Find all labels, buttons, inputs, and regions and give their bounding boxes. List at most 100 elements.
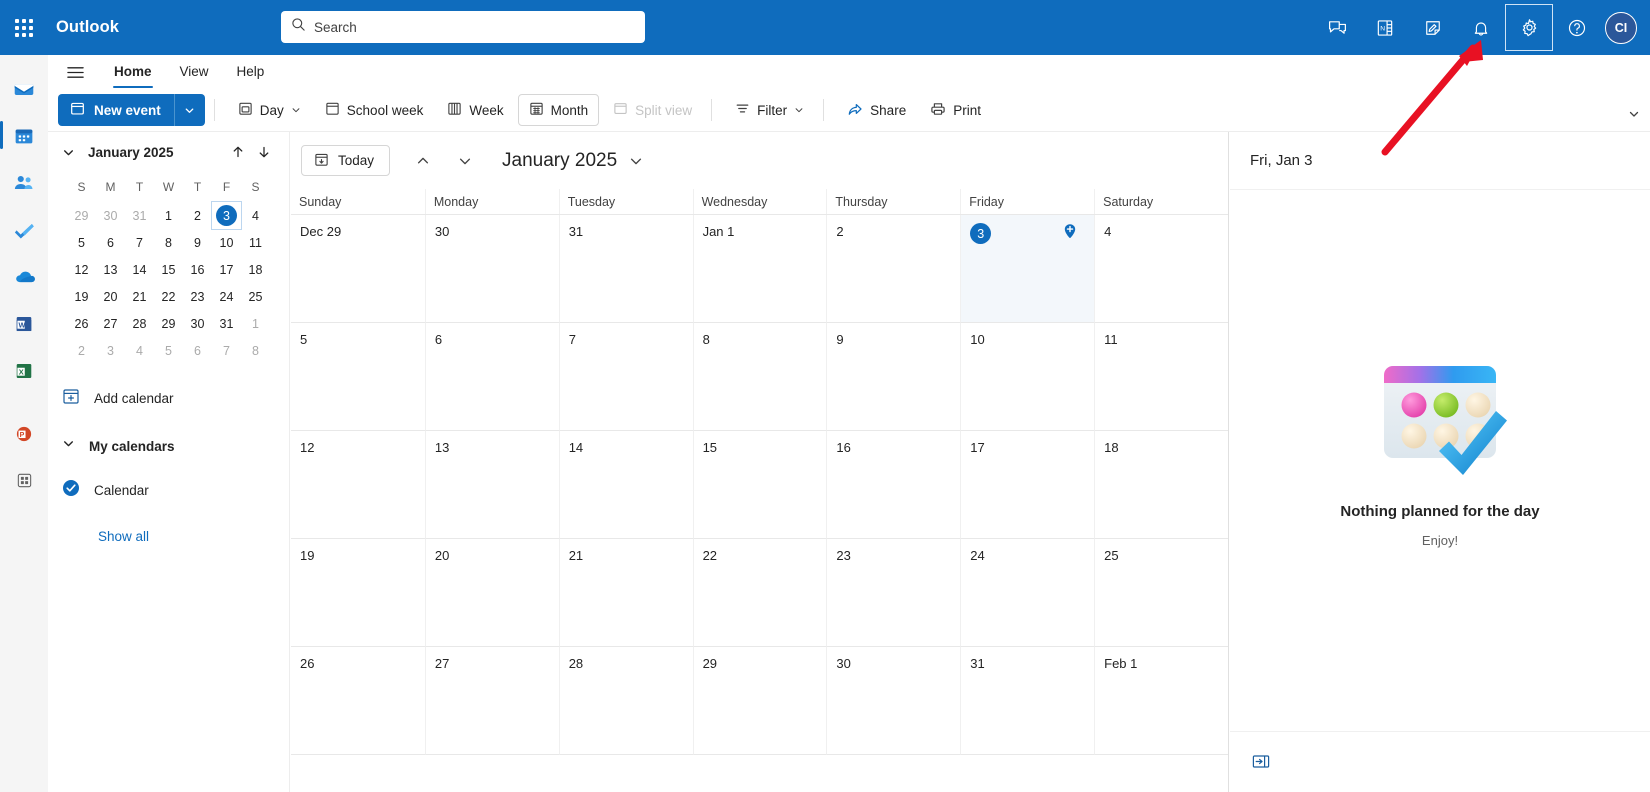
mini-calendar-day[interactable]: 30 bbox=[96, 202, 125, 229]
mini-calendar-day[interactable]: 6 bbox=[183, 337, 212, 364]
calendar-checked-icon[interactable] bbox=[62, 479, 80, 502]
settings-gear-icon[interactable] bbox=[1505, 4, 1553, 51]
mini-calendar-day[interactable]: 25 bbox=[241, 283, 270, 310]
calendar-day-cell[interactable]: 14 bbox=[558, 431, 693, 539]
calendar-day-cell[interactable]: 18 bbox=[1094, 431, 1228, 539]
chevron-down-icon[interactable] bbox=[291, 103, 301, 118]
view-week-button[interactable]: Week bbox=[437, 94, 513, 126]
calendar-day-cell[interactable]: 16 bbox=[826, 431, 961, 539]
mini-calendar-day[interactable]: 10 bbox=[212, 229, 241, 256]
brand-title[interactable]: Outlook bbox=[56, 18, 119, 37]
share-button[interactable]: Share bbox=[837, 94, 916, 126]
calendar-day-cell[interactable]: 3 bbox=[960, 215, 1095, 323]
calendar-day-cell[interactable]: 6 bbox=[424, 323, 559, 431]
notifications-bell-icon[interactable] bbox=[1457, 4, 1505, 51]
calendar-day-cell[interactable]: 31 bbox=[960, 647, 1095, 755]
mini-calendar-day[interactable]: 14 bbox=[125, 256, 154, 283]
calendar-day-cell[interactable]: Dec 29 bbox=[291, 215, 425, 323]
calendar-day-cell[interactable]: 7 bbox=[558, 323, 693, 431]
avatar[interactable]: CI bbox=[1605, 11, 1637, 44]
mini-calendar-day[interactable]: 17 bbox=[212, 256, 241, 283]
calendar-day-cell[interactable]: 29 bbox=[692, 647, 827, 755]
mini-calendar-day[interactable]: 8 bbox=[154, 229, 183, 256]
calendar-day-cell[interactable]: Jan 1 bbox=[692, 215, 827, 323]
mini-calendar-day[interactable]: 5 bbox=[67, 229, 96, 256]
calendar-day-cell[interactable]: 11 bbox=[1094, 323, 1228, 431]
mini-calendar-day[interactable]: 15 bbox=[154, 256, 183, 283]
app-launcher-icon[interactable] bbox=[0, 0, 48, 55]
calendar-day-cell[interactable]: 22 bbox=[692, 539, 827, 647]
calendar-day-cell[interactable]: 9 bbox=[826, 323, 961, 431]
onenote-icon[interactable]: N bbox=[1361, 4, 1409, 51]
mini-calendar-day[interactable]: 20 bbox=[96, 283, 125, 310]
calendar-day-cell[interactable]: 10 bbox=[960, 323, 1095, 431]
calendar-day-cell[interactable]: 5 bbox=[291, 323, 425, 431]
chevron-down-icon[interactable] bbox=[794, 103, 804, 118]
mini-calendar-day[interactable]: 3 bbox=[211, 201, 242, 230]
calendar-day-cell[interactable]: 17 bbox=[960, 431, 1095, 539]
collapse-pane-icon[interactable] bbox=[1250, 752, 1272, 772]
rail-item-calendar[interactable] bbox=[0, 112, 48, 159]
ribbon-tab-home[interactable]: Home bbox=[103, 55, 163, 89]
mini-calendar-day[interactable]: 28 bbox=[125, 310, 154, 337]
mini-calendar-prev-icon[interactable] bbox=[225, 139, 251, 165]
calendar-list-item[interactable]: Calendar bbox=[48, 470, 289, 510]
mini-calendar-day[interactable]: 4 bbox=[125, 337, 154, 364]
view-month-button[interactable]: Month bbox=[517, 94, 600, 126]
mini-calendar-day[interactable]: 1 bbox=[154, 202, 183, 229]
view-school-week-button[interactable]: School week bbox=[315, 94, 434, 126]
calendar-day-cell[interactable]: 27 bbox=[424, 647, 559, 755]
teams-chat-icon[interactable] bbox=[1313, 4, 1361, 51]
ribbon-expand-chevron[interactable] bbox=[1623, 103, 1645, 125]
mini-calendar-day[interactable]: 24 bbox=[212, 283, 241, 310]
hamburger-menu-icon[interactable] bbox=[67, 65, 97, 80]
mini-calendar-day[interactable]: 12 bbox=[67, 256, 96, 283]
mini-calendar-day[interactable]: 26 bbox=[67, 310, 96, 337]
calendar-day-cell[interactable]: Feb 1 bbox=[1094, 647, 1228, 755]
print-button[interactable]: Print bbox=[920, 94, 991, 126]
calendar-prev-month-icon[interactable] bbox=[408, 146, 438, 176]
notes-icon[interactable] bbox=[1409, 4, 1457, 51]
calendar-day-cell[interactable]: 15 bbox=[692, 431, 827, 539]
rail-item-more-apps[interactable] bbox=[0, 457, 48, 504]
mini-calendar-day[interactable]: 27 bbox=[96, 310, 125, 337]
mini-calendar-day[interactable]: 18 bbox=[241, 256, 270, 283]
mini-calendar-day[interactable]: 9 bbox=[183, 229, 212, 256]
mini-calendar-day[interactable]: 3 bbox=[96, 337, 125, 364]
rail-item-powerpoint[interactable]: P bbox=[0, 410, 48, 457]
mini-calendar-collapse-icon[interactable] bbox=[62, 146, 84, 159]
search-box[interactable] bbox=[281, 11, 645, 43]
calendar-day-cell[interactable]: 2 bbox=[826, 215, 961, 323]
mini-calendar-day[interactable]: 2 bbox=[67, 337, 96, 364]
show-all-link[interactable]: Show all bbox=[48, 520, 289, 554]
mini-calendar-day[interactable]: 30 bbox=[183, 310, 212, 337]
calendar-day-cell[interactable]: 4 bbox=[1094, 215, 1228, 323]
mini-calendar-day[interactable]: 29 bbox=[154, 310, 183, 337]
mini-calendar-day[interactable]: 11 bbox=[241, 229, 270, 256]
mini-calendar-day[interactable]: 5 bbox=[154, 337, 183, 364]
mini-calendar-day[interactable]: 16 bbox=[183, 256, 212, 283]
add-event-icon[interactable] bbox=[1062, 223, 1078, 239]
rail-item-excel[interactable]: X bbox=[0, 347, 48, 394]
filter-button[interactable]: Filter bbox=[725, 94, 814, 126]
calendar-day-cell[interactable]: 24 bbox=[960, 539, 1095, 647]
rail-item-to-do[interactable] bbox=[0, 206, 48, 253]
mini-calendar-day[interactable]: 23 bbox=[183, 283, 212, 310]
calendar-day-cell[interactable]: 12 bbox=[291, 431, 425, 539]
view-day-button[interactable]: Day bbox=[228, 94, 311, 126]
mini-calendar-day[interactable]: 22 bbox=[154, 283, 183, 310]
today-button[interactable]: Today bbox=[301, 145, 391, 176]
my-calendars-collapse-icon[interactable] bbox=[62, 437, 75, 455]
mini-calendar-title[interactable]: January 2025 bbox=[88, 145, 225, 160]
calendar-day-cell[interactable]: 21 bbox=[558, 539, 693, 647]
calendar-day-cell[interactable]: 31 bbox=[558, 215, 693, 323]
mini-calendar-day[interactable]: 7 bbox=[212, 337, 241, 364]
mini-calendar-next-icon[interactable] bbox=[251, 139, 277, 165]
ribbon-tab-view[interactable]: View bbox=[169, 55, 220, 89]
calendar-day-cell[interactable]: 19 bbox=[291, 539, 425, 647]
my-calendars-group[interactable]: My calendars bbox=[48, 426, 289, 466]
calendar-day-cell[interactable]: 23 bbox=[826, 539, 961, 647]
new-event-dropdown-caret[interactable] bbox=[173, 94, 205, 126]
calendar-title[interactable]: January 2025 bbox=[502, 150, 617, 172]
mini-calendar-day[interactable]: 31 bbox=[125, 202, 154, 229]
